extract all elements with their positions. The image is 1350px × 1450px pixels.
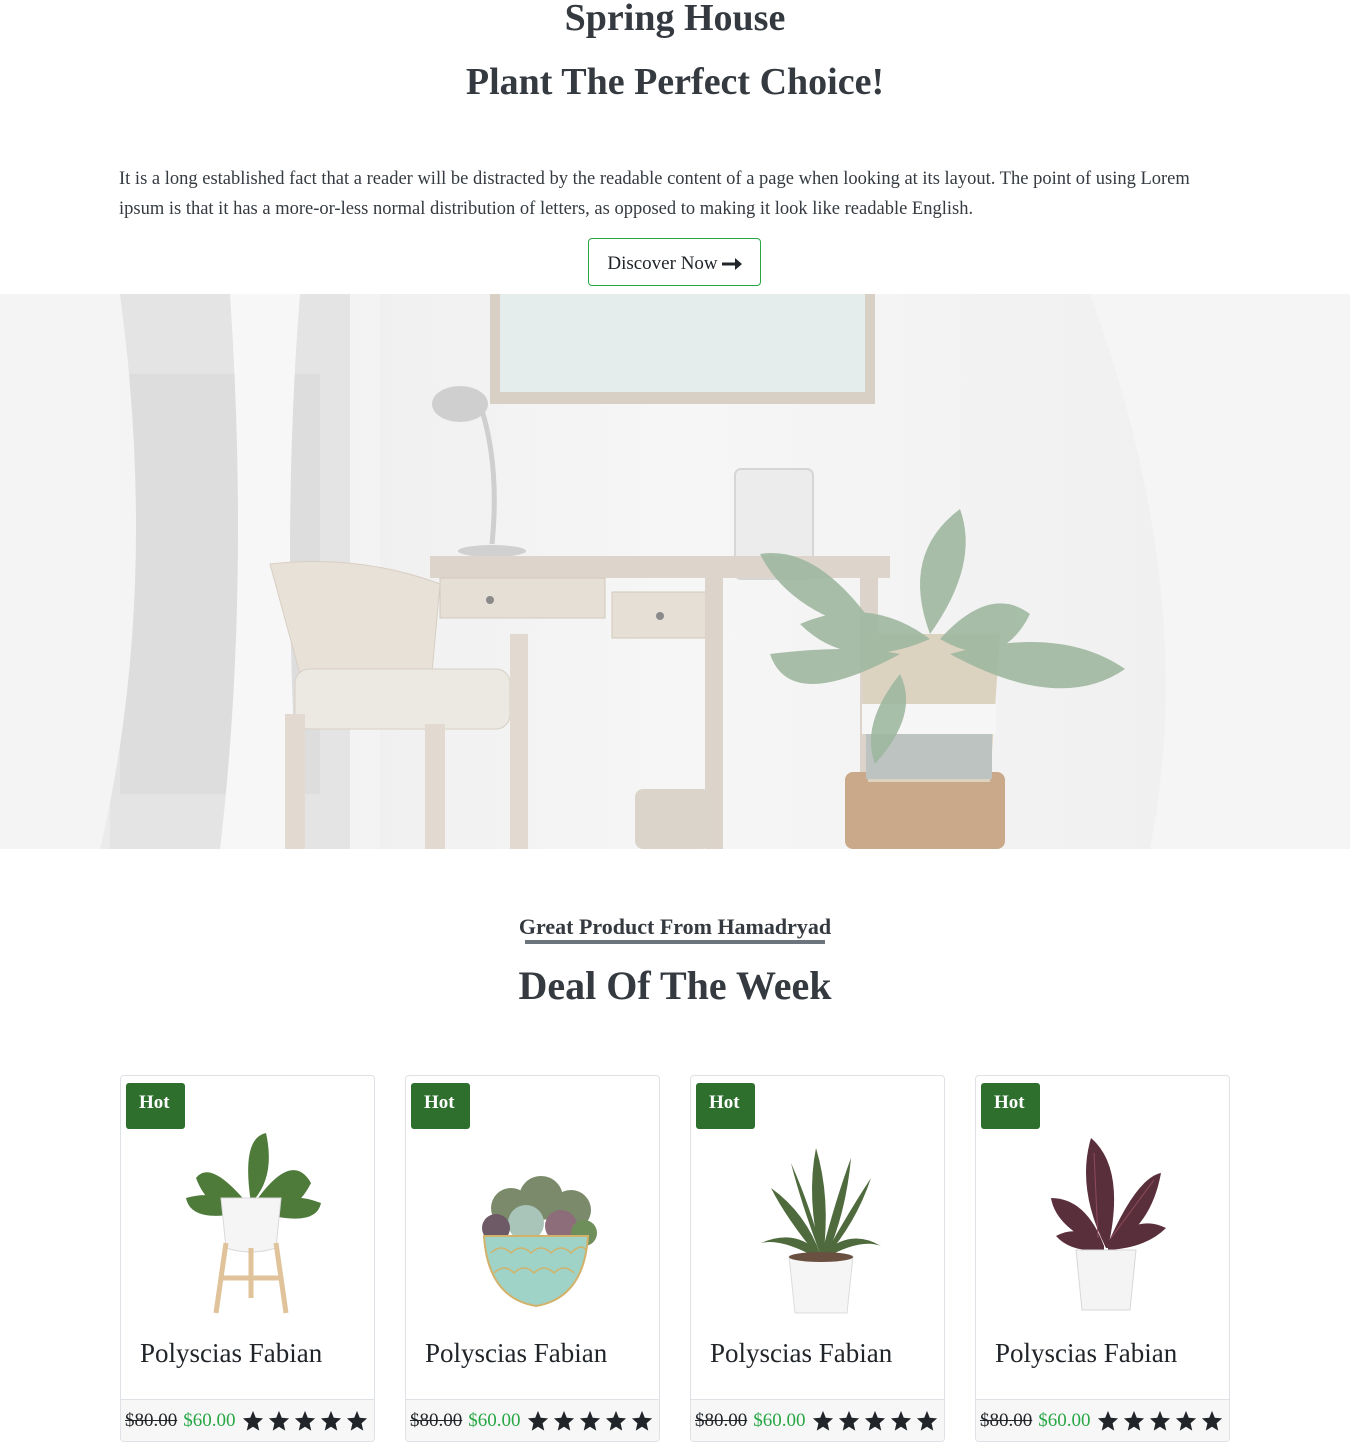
rating-stars [1097,1410,1223,1432]
arrow-right-icon [721,258,742,270]
sale-price: $60.00 [183,1409,236,1431]
product-footer: $80.00 $60.00 [691,1399,944,1441]
star-icon [631,1410,652,1431]
discover-now-button[interactable]: Discover Now [588,238,761,286]
star-icon [1149,1410,1170,1431]
rating-stars [812,1410,938,1432]
product-name[interactable]: Polyscias Fabian [140,1336,322,1370]
star-icon [268,1410,289,1431]
star-icon [890,1410,911,1431]
star-icon [346,1410,367,1431]
product-card[interactable]: Hot Polyscias Fabian $80.00 $60.00 [690,1075,945,1442]
star-icon [320,1410,341,1431]
star-icon [1123,1410,1144,1431]
star-icon [553,1410,574,1431]
product-footer: $80.00 $60.00 [976,1399,1229,1441]
star-icon [294,1410,315,1431]
star-icon [838,1410,859,1431]
hero-description: It is a long established fact that a rea… [119,169,1190,219]
section-underline [525,940,825,944]
star-icon [812,1410,833,1431]
star-icon [605,1410,626,1431]
hot-badge: Hot [411,1083,470,1129]
rating-stars [527,1410,653,1432]
old-price: $80.00 [980,1409,1033,1431]
site-title: Spring House [564,0,786,39]
star-icon [916,1410,937,1431]
star-icon [864,1410,885,1431]
product-name[interactable]: Polyscias Fabian [710,1336,892,1370]
calathea-pot-image [1051,1138,1166,1311]
hero-banner-image [0,294,1350,849]
sale-price: $60.00 [753,1409,806,1431]
old-price: $80.00 [410,1409,463,1431]
product-card[interactable]: Hot Polyscias Fabian $80.00 $60.00 [975,1075,1230,1442]
hot-badge: Hot [126,1083,185,1129]
old-price: $80.00 [125,1409,178,1431]
product-footer: $80.00 $60.00 [406,1399,659,1441]
snake-plant-pot-image [761,1148,881,1314]
section-title: Deal Of The Week [518,963,832,1008]
hot-badge: Hot [981,1083,1040,1129]
old-price: $80.00 [695,1409,748,1431]
product-card[interactable]: Hot Polyscias Fabian $80.00 $60.00 [405,1075,660,1442]
product-footer: $80.00 $60.00 [121,1399,374,1441]
star-icon [527,1410,548,1431]
sale-price: $60.00 [468,1409,521,1431]
product-name[interactable]: Polyscias Fabian [995,1336,1177,1370]
star-icon [242,1410,263,1431]
product-card[interactable]: Hot Polyscias Fabian $80.00 $60.00 [120,1075,375,1442]
discover-now-label: Discover Now [607,253,718,274]
sale-price: $60.00 [1038,1409,1091,1431]
hot-badge: Hot [696,1083,755,1129]
rating-stars [242,1410,368,1432]
potted-plant-on-stand-image [186,1133,321,1314]
star-icon [1175,1410,1196,1431]
star-icon [1097,1410,1118,1431]
hero-heading: Plant The Perfect Choice! [465,61,885,103]
star-icon [579,1410,600,1431]
star-icon [1201,1410,1222,1431]
product-name[interactable]: Polyscias Fabian [425,1336,607,1370]
section-label: Great Product From Hamadryad [518,914,832,939]
succulent-bowl-image [482,1176,597,1308]
